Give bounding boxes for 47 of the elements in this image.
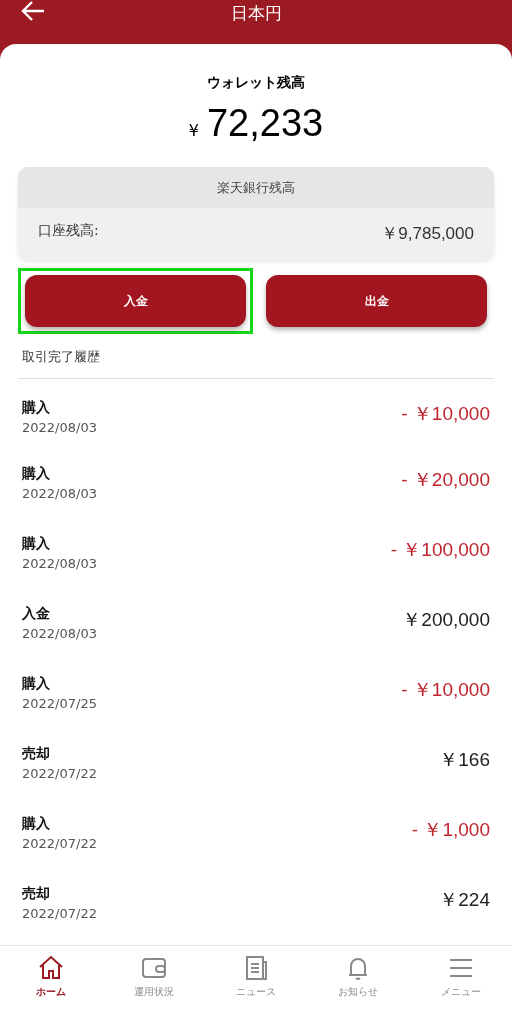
history-title: 取引完了履歴	[22, 349, 100, 364]
currency-symbol: ¥	[188, 121, 199, 140]
transaction-amount: - ￥10,000	[401, 678, 490, 702]
transaction-row[interactable]: 売却 2022/07/22 ￥166	[18, 729, 494, 799]
transaction-date: 2022/07/22	[22, 836, 97, 851]
transaction-type: 売却	[22, 745, 51, 763]
account-label: 口座残高:	[38, 222, 99, 240]
transaction-date: 2022/08/03	[22, 626, 97, 641]
transaction-date: 2022/07/22	[22, 766, 97, 781]
withdraw-button[interactable]: 出金	[266, 275, 487, 327]
deposit-button[interactable]: 入金	[25, 275, 246, 327]
transaction-row[interactable]: 購入 2022/08/03 - ￥20,000	[18, 449, 494, 519]
transaction-type: 入金	[22, 605, 51, 623]
transaction-type: 売却	[22, 885, 51, 903]
transaction-amount: ￥224	[439, 888, 490, 912]
transaction-row[interactable]: 売却 2022/07/22 ￥224	[18, 869, 494, 939]
transaction-row[interactable]: 購入 2022/07/22 - ￥1,000	[18, 799, 494, 869]
transaction-date: 2022/08/03	[22, 556, 97, 571]
transaction-amount: ￥200,000	[402, 608, 490, 632]
tab-item[interactable]: お知らせ	[307, 946, 410, 1012]
transaction-date: 2022/08/03	[22, 420, 97, 435]
transaction-type: 購入	[22, 465, 51, 483]
screen-title: 日本円	[230, 2, 282, 25]
transaction-type: 購入	[22, 535, 51, 553]
wallet-balance: 72,233	[206, 102, 324, 145]
tab-item[interactable]: ホーム	[0, 946, 103, 1012]
tab-item[interactable]: ニュース	[204, 946, 308, 1012]
transaction-amount: - ￥1,000	[411, 818, 490, 842]
transaction-row[interactable]: 購入 2022/07/25 - ￥10,000	[18, 659, 494, 729]
transaction-row[interactable]: 購入 2022/08/03 - ￥10,000	[18, 379, 494, 449]
transaction-date: 2022/07/25	[22, 696, 97, 711]
transaction-date: 2022/07/22	[22, 906, 97, 921]
transaction-row[interactable]: 入金 2022/08/03 ￥200,000	[18, 589, 494, 659]
transaction-type: 購入	[22, 399, 51, 417]
transaction-amount: - ￥20,000	[401, 468, 490, 492]
transaction-amount: - ￥10,000	[401, 402, 490, 426]
transaction-type: 購入	[22, 815, 51, 833]
wallet-label: ウォレット残高	[206, 74, 306, 92]
account-balance: ￥9,785,000	[381, 223, 474, 245]
tab-item[interactable]: メニュー	[409, 946, 512, 1012]
bank-name: 楽天銀行残高	[217, 180, 295, 195]
transaction-amount: - ￥100,000	[390, 538, 490, 562]
transaction-amount: ￥166	[439, 748, 490, 772]
transaction-date: 2022/08/03	[22, 486, 97, 501]
tab-item[interactable]: 運用状況	[102, 946, 205, 1012]
transaction-row[interactable]: 購入 2022/08/03 - ￥100,000	[18, 519, 494, 589]
transaction-type: 購入	[22, 675, 51, 693]
